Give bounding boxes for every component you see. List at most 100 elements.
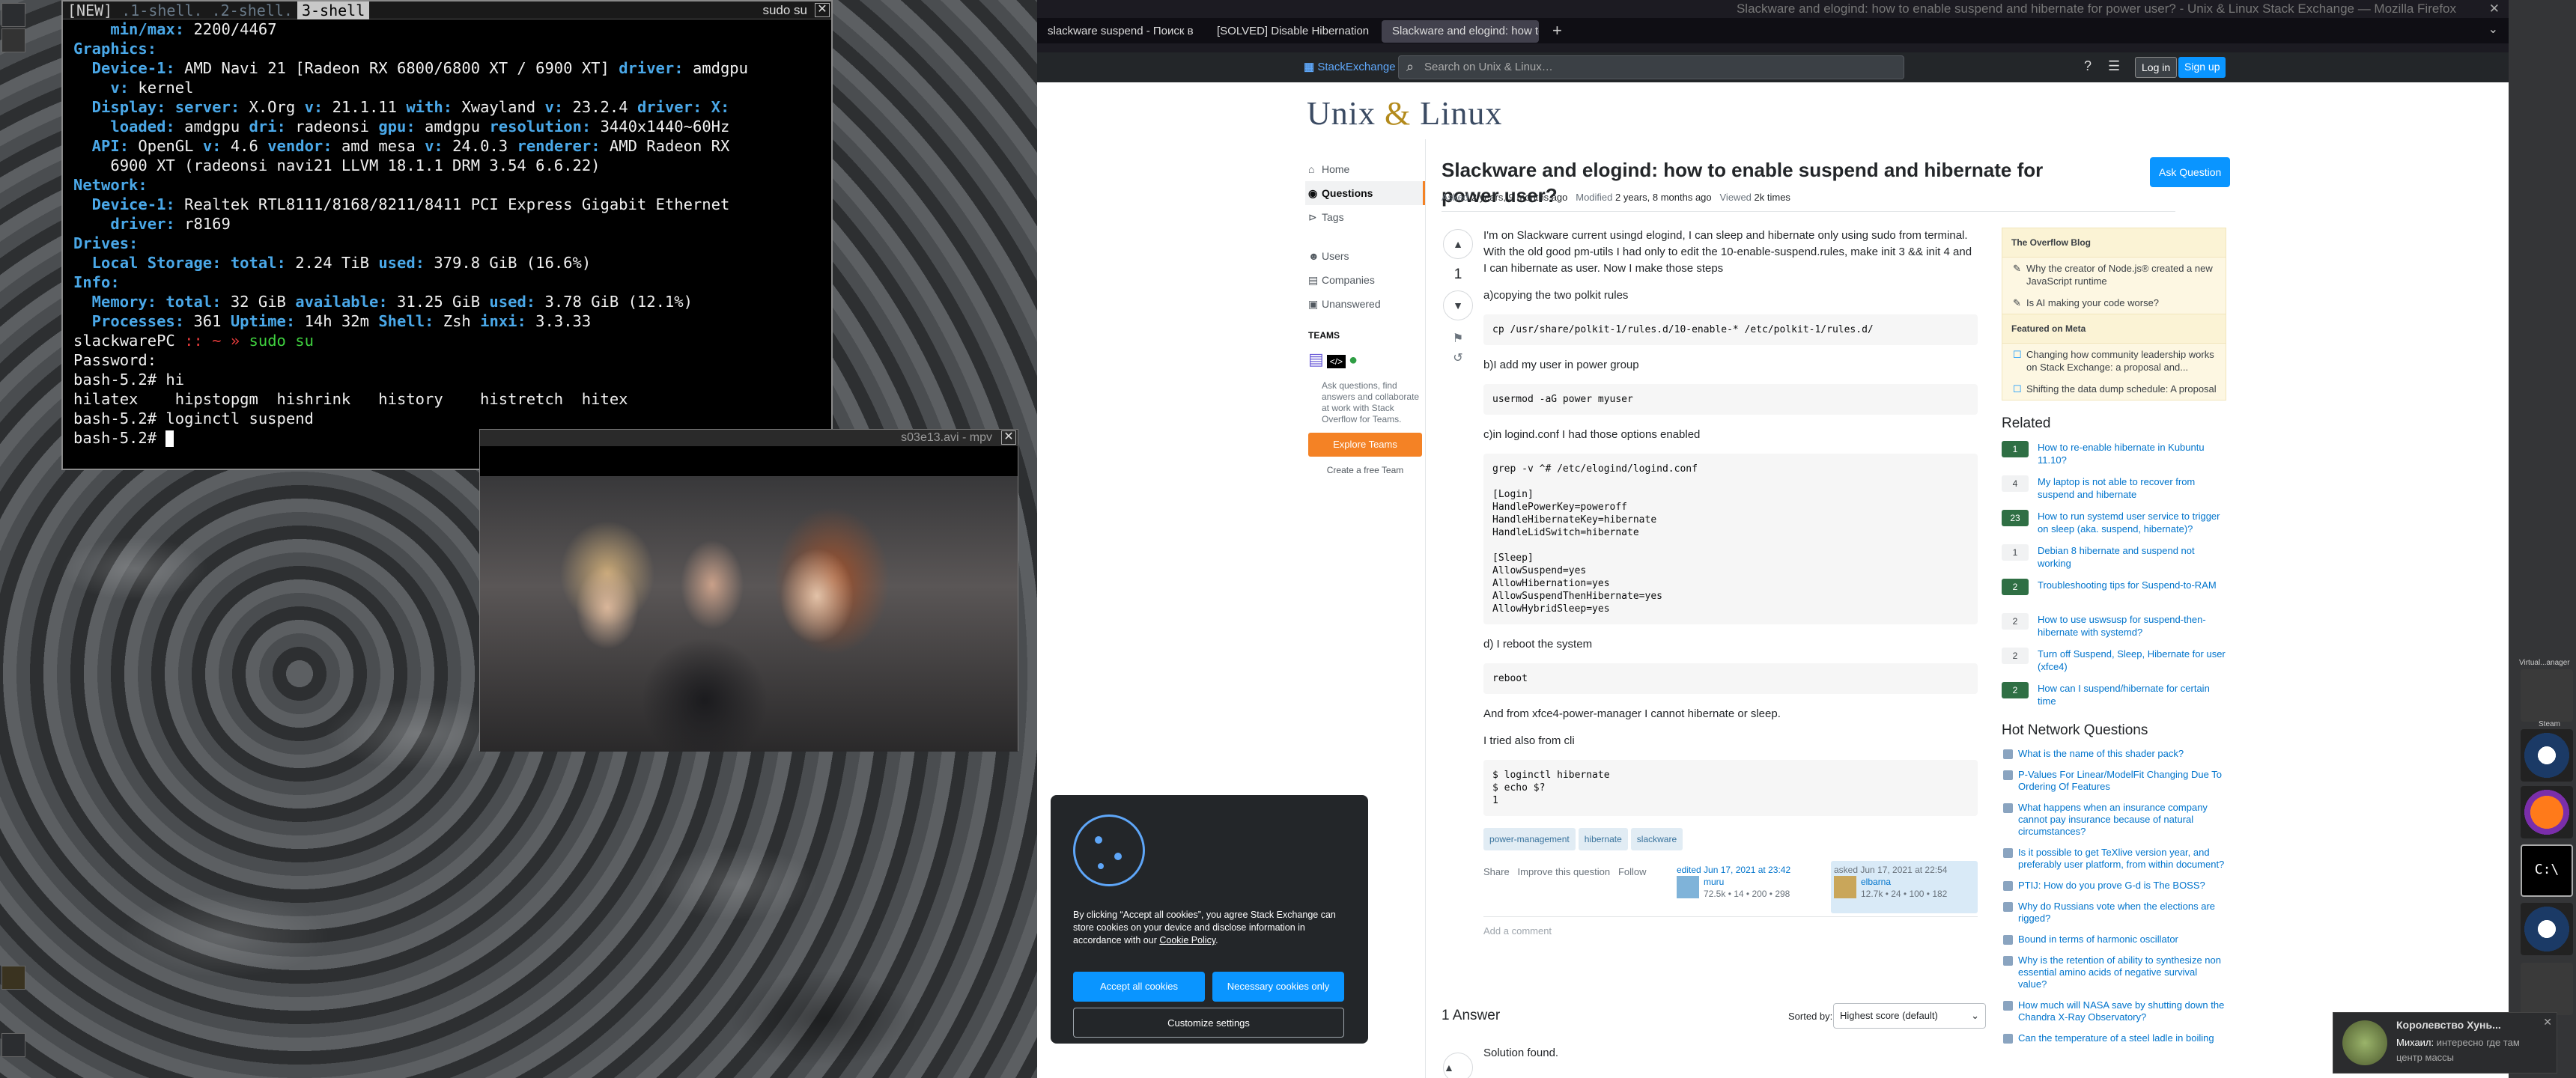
related-link[interactable]: How to re-enable hibernate in Kubuntu 11… xyxy=(2038,442,2205,466)
follow-link[interactable]: Follow xyxy=(1618,866,1647,877)
tag[interactable]: power-management xyxy=(1483,828,1576,850)
nav-users[interactable]: ☻ Users xyxy=(1305,244,1425,268)
browser-tab[interactable]: [SOLVED] Disable Hibernation and xyxy=(1206,20,1373,43)
hot-question-link[interactable]: What happens when an insurance company c… xyxy=(2002,802,2226,838)
close-icon[interactable]: ✕ xyxy=(815,3,830,17)
terminal-icon[interactable]: C:\ xyxy=(2521,844,2573,897)
browser-tab-active[interactable]: Slackware and elogind: how to e xyxy=(1382,20,1539,43)
tag[interactable]: hibernate xyxy=(1578,828,1628,850)
related-question[interactable]: 1 Debian 8 hibernate and suspend not work… xyxy=(2002,544,2226,570)
window-icon[interactable] xyxy=(2521,963,2573,1015)
close-icon[interactable]: ✕ xyxy=(1001,430,1016,445)
related-question[interactable]: 2 How to use uswsusp for suspend-then-hib… xyxy=(2002,613,2226,639)
blog-link[interactable]: Why the creator of Node.js® created a ne… xyxy=(2002,258,2226,292)
hot-question-link[interactable]: How much will NASA save by shutting down… xyxy=(2002,999,2226,1023)
nav-companies[interactable]: ▤ Companies xyxy=(1305,268,1425,292)
notification-sender: Михаил: xyxy=(2396,1037,2434,1048)
terminal-tab-active[interactable]: 3-shell xyxy=(297,1,370,19)
help-icon[interactable]: ? xyxy=(2084,58,2092,74)
related-question[interactable]: 1 How to re-enable hibernate in Kubuntu 1… xyxy=(2002,441,2226,466)
login-button[interactable]: Log in xyxy=(2135,57,2178,78)
bookmark-icon[interactable]: ⚑ xyxy=(1442,331,1474,346)
hot-question-link[interactable]: Bound in terms of harmonic oscillator xyxy=(2002,934,2226,945)
create-team-link[interactable]: Create a free Team xyxy=(1305,461,1425,479)
search-input[interactable]: Search on Unix & Linux… xyxy=(1398,55,1904,79)
nav-tags[interactable]: ⊳ Tags xyxy=(1305,205,1425,229)
close-icon[interactable]: ✕ xyxy=(2543,1016,2552,1029)
browser-tab[interactable]: slackware suspend - Поиск в Go xyxy=(1037,20,1194,43)
nav-home[interactable]: ⌂ Home xyxy=(1305,157,1425,181)
upvote-button[interactable]: ▲ xyxy=(1443,1053,1473,1078)
nav-unanswered[interactable]: ▣ Unanswered xyxy=(1305,292,1425,316)
firefox-icon[interactable] xyxy=(2521,786,2573,838)
related-link[interactable]: Debian 8 hibernate and suspend not worki… xyxy=(2038,545,2195,569)
steam-icon[interactable] xyxy=(2521,903,2573,955)
accept-cookies-button[interactable]: Accept all cookies xyxy=(1073,972,1205,1002)
terminal-titlebar[interactable]: [NEW] .1-shell. .2-shell. 3-shell sudo su ✕ xyxy=(63,1,831,19)
menu-icon[interactable]: ☰ xyxy=(2108,58,2120,74)
steam-icon[interactable] xyxy=(2521,729,2573,782)
new-tab-icon[interactable]: + xyxy=(1552,21,1562,40)
related-link[interactable]: Troubleshooting tips for Suspend-to-RAM xyxy=(2038,579,2217,591)
mpv-window[interactable]: s03e13.avi - mpv ✕ xyxy=(479,429,1018,752)
settings-icon[interactable] xyxy=(1,1033,25,1057)
firefox-window[interactable]: Slackware and elogind: how to enable sus… xyxy=(1037,0,2509,1078)
window-titlebar[interactable]: Slackware and elogind: how to enable sus… xyxy=(1037,0,2509,18)
upvote-button[interactable]: ▲ xyxy=(1443,229,1473,259)
related-link[interactable]: My laptop is not able to recover from su… xyxy=(2038,476,2195,500)
hot-question-link[interactable]: Why is the retention of ability to synth… xyxy=(2002,954,2226,990)
hot-question-link[interactable]: Can the temperature of a steel ladle in … xyxy=(2002,1032,2226,1044)
hot-question-link[interactable]: P-Values For Linear/ModelFit Changing Du… xyxy=(2002,769,2226,793)
meta-link[interactable]: Shifting the data dump schedule: A propo… xyxy=(2002,378,2226,400)
nav-questions[interactable]: ◉ Questions xyxy=(1305,181,1425,205)
notification-body: интересно где там xyxy=(2436,1037,2520,1048)
mpv-titlebar[interactable]: s03e13.avi - mpv ✕ xyxy=(480,430,1018,446)
terminal-window[interactable]: [NEW] .1-shell. .2-shell. 3-shell sudo su ✕… xyxy=(61,0,833,470)
improve-link[interactable]: Improve this question xyxy=(1518,866,1611,877)
workspace-icon[interactable] xyxy=(1,3,25,27)
terminal-tab[interactable]: .1-shell. xyxy=(117,1,207,19)
related-link[interactable]: How can I suspend/hibernate for certain … xyxy=(2038,683,2210,707)
related-question[interactable]: 2 Turn off Suspend, Sleep, Hibernate for … xyxy=(2002,648,2226,673)
explore-teams-button[interactable]: Explore Teams xyxy=(1308,433,1422,457)
related-question[interactable]: 2 How can I suspend/hibernate for certain… xyxy=(2002,682,2226,707)
hot-question-link[interactable]: Is it possible to get TeXlive version ye… xyxy=(2002,847,2226,871)
apps-icon[interactable] xyxy=(1,28,25,52)
avatar[interactable] xyxy=(1834,876,1856,898)
tab-list-icon[interactable]: ⌄ xyxy=(2488,22,2498,37)
virtual-desktop-icon[interactable] xyxy=(2521,669,2573,722)
stackexchange-logo[interactable]: ▦ StackExchange xyxy=(1304,60,1396,73)
related-link[interactable]: Turn off Suspend, Sleep, Hibernate for u… xyxy=(2038,648,2226,672)
hot-question-link[interactable]: Why do Russians vote when the elections … xyxy=(2002,901,2226,925)
downvote-button[interactable]: ▼ xyxy=(1443,290,1473,320)
history-icon[interactable]: ↺ xyxy=(1442,350,1474,365)
meta-link[interactable]: Changing how community leadership works … xyxy=(2002,344,2226,378)
terminal-tab[interactable]: [NEW] xyxy=(63,1,117,19)
share-link[interactable]: Share xyxy=(1483,866,1510,877)
ask-question-button[interactable]: Ask Question xyxy=(2150,157,2231,187)
signup-button[interactable]: Sign up xyxy=(2178,57,2226,78)
chat-notification[interactable]: Королевство Хунь... Михаил: интересно гд… xyxy=(2333,1012,2557,1074)
sort-select[interactable]: Highest score (default) ⌄ xyxy=(1833,1003,1986,1029)
necessary-cookies-button[interactable]: Necessary cookies only xyxy=(1212,972,1344,1002)
avatar[interactable] xyxy=(1677,876,1699,898)
customize-settings-button[interactable]: Customize settings xyxy=(1073,1008,1344,1038)
hot-question-link[interactable]: What is the name of this shader pack? xyxy=(2002,748,2226,760)
video-frame[interactable] xyxy=(480,476,1018,752)
terminal-tab[interactable]: .2-shell. xyxy=(207,1,297,19)
related-question[interactable]: 4 My laptop is not able to recover from s… xyxy=(2002,475,2226,501)
close-icon[interactable]: ✕ xyxy=(2489,0,2500,18)
teams-illustration: ▤ </> ● xyxy=(1308,350,1358,368)
blog-link[interactable]: Is AI making your code worse? xyxy=(2002,292,2226,314)
related-link[interactable]: How to use uswsusp for suspend-then-hibe… xyxy=(2038,614,2206,638)
hot-question-link[interactable]: PTIJ: How do you prove G-d is The BOSS? xyxy=(2002,880,2226,892)
cookie-policy-link[interactable]: Cookie Policy xyxy=(1159,935,1215,945)
answer-count-badge: 23 xyxy=(2002,510,2029,526)
files-icon[interactable] xyxy=(1,966,25,990)
related-question[interactable]: 2 Troubleshooting tips for Suspend-to-RAM xyxy=(2002,579,2226,604)
tag[interactable]: slackware xyxy=(1630,828,1683,850)
site-logo[interactable]: Unix & Linux xyxy=(1307,94,1502,133)
related-link[interactable]: How to run systemd user service to trigg… xyxy=(2038,511,2220,535)
add-comment-link[interactable]: Add a comment xyxy=(1483,916,1978,940)
related-question[interactable]: 23 How to run systemd user service to tri… xyxy=(2002,510,2226,535)
